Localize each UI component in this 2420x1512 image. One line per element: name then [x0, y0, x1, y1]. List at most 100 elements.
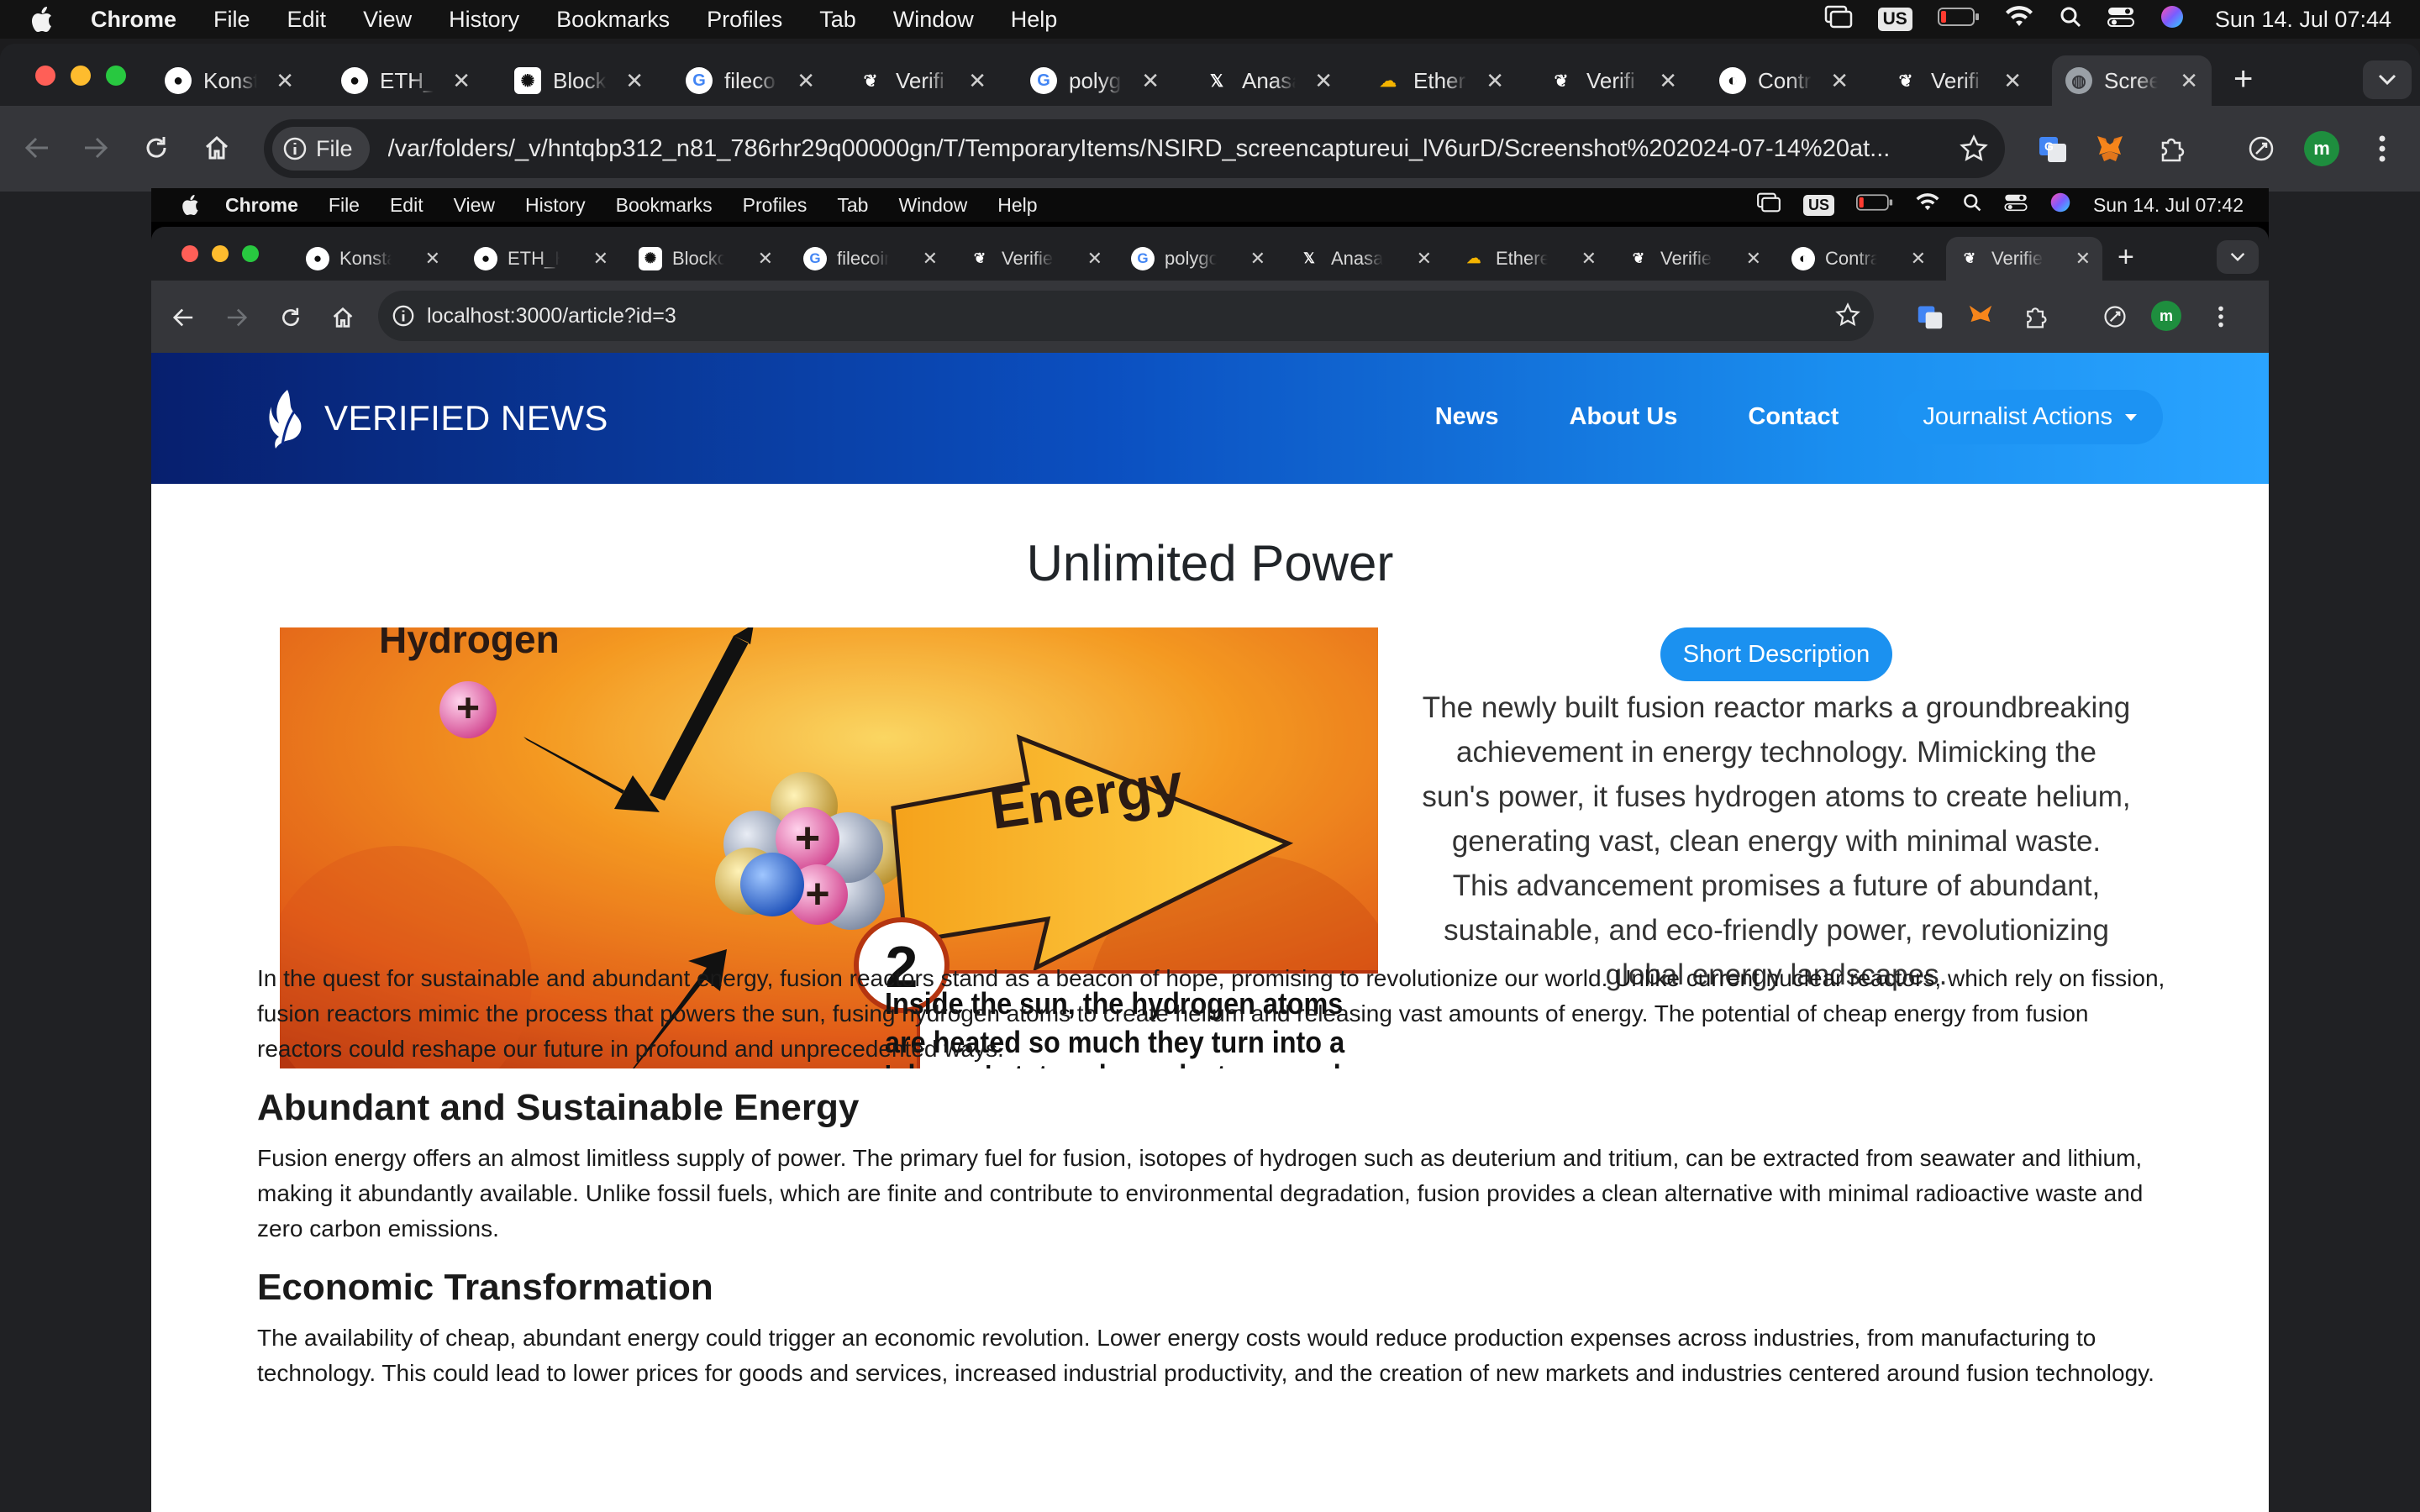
bookmark-star-icon[interactable] — [1960, 134, 1988, 167]
github-icon: ● — [341, 67, 368, 94]
outer-tab[interactable]: ● ETH_ ✕ — [328, 55, 484, 106]
outer-tab[interactable]: ☁ Ether ✕ — [1361, 55, 1518, 106]
close-window-button[interactable] — [35, 66, 55, 86]
close-tab-icon[interactable]: ✕ — [2003, 68, 2022, 94]
apple-icon — [180, 193, 200, 217]
screen-mirroring-icon[interactable] — [1824, 5, 1853, 34]
address-bar[interactable]: File /var/folders/_v/hntqbp312_n81_786rh… — [264, 119, 2005, 178]
hero-label-hydrogen: Hydrogen — [379, 627, 560, 661]
tab-search-button[interactable] — [2363, 60, 2412, 99]
inner-url-text: localhost:3000/article?id=3 — [427, 303, 676, 328]
info-icon — [283, 137, 307, 160]
inner-tab: ❦Verified✕ — [956, 237, 1114, 281]
short-description-button[interactable]: Short Description — [1660, 627, 1892, 681]
outer-tab[interactable]: G polyg ✕ — [1017, 55, 1173, 106]
tab-search-button — [2217, 240, 2259, 274]
close-tab-icon: ✕ — [424, 248, 440, 269]
apple-icon[interactable] — [29, 5, 62, 34]
github-icon: ● — [165, 67, 192, 94]
site-info-chip[interactable]: File — [272, 127, 370, 171]
close-tab-icon[interactable]: ✕ — [452, 68, 471, 94]
journalist-actions-dropdown[interactable]: Journalist Actions — [1897, 390, 2163, 444]
close-tab-icon[interactable]: ✕ — [1486, 68, 1504, 94]
close-tab-icon[interactable]: ✕ — [1659, 68, 1677, 94]
back-button[interactable] — [20, 131, 54, 165]
menu-bookmarks[interactable]: Bookmarks — [556, 7, 670, 33]
nav-about-us[interactable]: About Us — [1570, 403, 1678, 431]
close-tab-icon[interactable]: ✕ — [797, 68, 815, 94]
extensions-puzzle-icon[interactable] — [2154, 131, 2190, 166]
wifi-icon — [1915, 193, 1940, 217]
svg-text:+: + — [805, 870, 829, 917]
menubar-clock[interactable]: Sun 14. Jul 07:44 — [2215, 7, 2391, 33]
menu-window[interactable]: Window — [893, 7, 974, 33]
profile-avatar[interactable]: m — [2304, 131, 2339, 166]
home-button[interactable] — [200, 131, 234, 165]
menu-history[interactable]: History — [449, 7, 519, 33]
section-heading: Abundant and Sustainable Energy — [257, 1087, 860, 1128]
menu-profiles[interactable]: Profiles — [707, 7, 782, 33]
google-translate-icon — [1912, 299, 1948, 334]
metamask-icon[interactable] — [2092, 131, 2128, 166]
zoom-window-button[interactable] — [106, 66, 126, 86]
outer-tab[interactable]: G fileco ✕ — [672, 55, 829, 106]
reload-button[interactable] — [139, 131, 173, 165]
close-tab-icon[interactable]: ✕ — [276, 68, 294, 94]
hardhat-icon: ◐ — [1791, 247, 1815, 270]
outer-tab[interactable]: 𝕏 Anasa✕ — [1190, 55, 1346, 106]
close-tab-icon[interactable]: ✕ — [1314, 68, 1333, 94]
outer-toolbar: File /var/folders/_v/hntqbp312_n81_786rh… — [0, 106, 2420, 192]
close-tab-icon[interactable]: ✕ — [1830, 68, 1849, 94]
outer-tab[interactable]: ● Konst ✕ — [151, 55, 308, 106]
new-tab-button[interactable]: + — [2233, 62, 2253, 96]
battery-icon[interactable] — [1937, 7, 1980, 33]
wifi-icon[interactable] — [2005, 5, 2033, 34]
menu-help[interactable]: Help — [1011, 7, 1058, 33]
x-twitter-icon: 𝕏 — [1303, 250, 1315, 266]
outer-tab[interactable]: ❦ Verifi ✕ — [1879, 55, 2035, 106]
os-menubar: Chrome File Edit View History Bookmarks … — [0, 0, 2420, 39]
github-icon: ● — [474, 247, 497, 270]
close-tab-icon: ✕ — [757, 248, 773, 269]
menu-edit[interactable]: Edit — [287, 7, 327, 33]
new-tab-button: + — [2118, 241, 2134, 273]
quill-icon: ❦ — [863, 71, 878, 91]
close-tab-icon[interactable]: ✕ — [625, 68, 644, 94]
github-icon: ● — [306, 247, 329, 270]
nav-contact[interactable]: Contact — [1748, 403, 1839, 431]
nav-news[interactable]: News — [1435, 403, 1499, 431]
outer-tab-active[interactable]: ◍ Scree ✕ — [2052, 55, 2212, 106]
menu-view[interactable]: View — [363, 7, 412, 33]
screen-mirroring-icon — [1756, 192, 1781, 218]
outer-tab[interactable]: ❦ Verifi ✕ — [1534, 55, 1691, 106]
close-tab-icon[interactable]: ✕ — [1141, 68, 1160, 94]
control-center-icon[interactable] — [2107, 6, 2134, 34]
site-brand[interactable]: VERIFIED NEWS — [266, 386, 608, 450]
minimize-window-button[interactable] — [71, 66, 91, 86]
menu-file[interactable]: File — [213, 7, 250, 33]
inner-menu-item: Window — [898, 193, 968, 216]
inner-os-menubar: Chrome File Edit View History Bookmarks … — [151, 188, 2269, 222]
extensions-puzzle-icon — [2018, 299, 2054, 334]
menu-tab[interactable]: Tab — [819, 7, 856, 33]
forward-button[interactable] — [79, 131, 113, 165]
performance-icon[interactable] — [2244, 131, 2279, 166]
close-tab-icon[interactable]: ✕ — [2180, 68, 2198, 94]
google-icon: G — [1131, 247, 1155, 270]
inner-menu-item: History — [525, 193, 586, 216]
more-menu-icon[interactable] — [2365, 131, 2400, 166]
google-translate-icon[interactable]: G — [2035, 131, 2070, 166]
menu-chrome[interactable]: Chrome — [91, 7, 176, 33]
outer-tab[interactable]: ✺ Block ✕ — [501, 55, 657, 106]
section-paragraph: Fusion energy offers an almost limitless… — [257, 1145, 2144, 1242]
close-tab-icon[interactable]: ✕ — [968, 68, 986, 94]
search-icon[interactable] — [2059, 5, 2082, 34]
inner-tab: ● Konsta ✕ — [294, 237, 452, 281]
outer-tab[interactable]: ❦ Verifi ✕ — [844, 55, 1000, 106]
url-text[interactable]: /var/folders/_v/hntqbp312_n81_786rhr29q0… — [388, 135, 1951, 163]
siri-icon[interactable] — [2160, 4, 2185, 35]
keyboard-layout-badge[interactable]: US — [1877, 8, 1912, 31]
section-heading: Economic Transformation — [257, 1267, 713, 1308]
outer-tab[interactable]: ◐ Contr ✕ — [1706, 55, 1862, 106]
chevron-down-icon — [2378, 74, 2396, 86]
